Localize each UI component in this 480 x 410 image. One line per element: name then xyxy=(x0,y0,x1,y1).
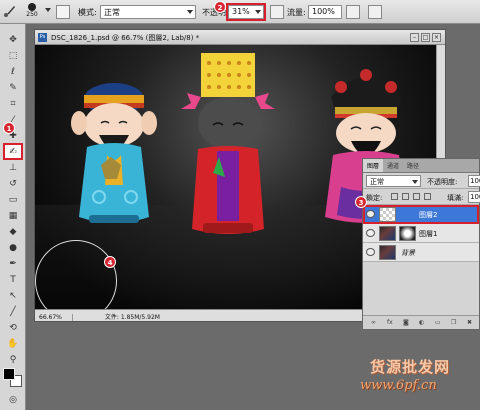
trash-icon[interactable]: ✖ xyxy=(467,319,472,326)
lock-label: 鎖定: xyxy=(366,194,383,202)
clone-stamp-tool-icon[interactable]: ⊥ xyxy=(4,160,22,175)
opacity-field[interactable]: 31% xyxy=(226,3,266,21)
flow-field[interactable]: 100% xyxy=(308,5,342,19)
document-title: DSC_1826_1.psd @ 66.7% (图層2, Lab/8) * xyxy=(51,34,200,42)
step-badge-4: 4 xyxy=(104,256,116,268)
brush-size-value: 250 xyxy=(26,11,38,18)
step-badge-1: 1 xyxy=(3,122,15,134)
blend-mode-select[interactable]: 正常 xyxy=(366,175,421,187)
blend-mode-value: 正常 xyxy=(370,178,384,186)
shape-tool-icon[interactable]: ╱ xyxy=(4,304,22,319)
flow-value: 100% xyxy=(312,7,335,16)
zoom-tool-icon[interactable]: ⚲ xyxy=(4,352,22,367)
document-title-bar[interactable]: Ps DSC_1826_1.psd @ 66.7% (图層2, Lab/8) *… xyxy=(35,30,445,45)
mode-select[interactable]: 正常 xyxy=(100,5,196,19)
quick-mask-icon[interactable]: ◎ xyxy=(4,392,22,407)
file-info[interactable]: 文件: 1.85M/5.92M xyxy=(105,312,160,321)
mode-value: 正常 xyxy=(104,8,120,17)
airbrush-icon[interactable] xyxy=(346,5,360,19)
eraser-tool-icon[interactable]: ▭ xyxy=(4,192,22,207)
hand-tool-icon[interactable]: ✋ xyxy=(4,336,22,351)
layer-row-background[interactable]: 背景 xyxy=(363,243,479,262)
tools-panel: ✥ ⬚ ℓ ✎ ⌗ ⁄ ✚ ✍ ⊥ ↺ ▭ ▦ ◆ ● ✒ T ↖ ╱ ⟲ ✋ … xyxy=(0,24,26,410)
lock-all-icon[interactable] xyxy=(424,193,431,200)
new-layer-icon[interactable]: ❐ xyxy=(451,319,456,326)
watermark-title: 货源批发网 xyxy=(370,358,451,376)
flow-label: 流量: xyxy=(287,8,306,17)
pressure-size-icon[interactable] xyxy=(368,5,382,19)
options-bar: 250 模式: 正常 不透明度: 31% 流量: 100% xyxy=(0,0,480,24)
brush-tip-icon xyxy=(28,3,36,11)
tab-layers[interactable]: 图層 xyxy=(363,159,384,172)
gradient-tool-icon[interactable]: ▦ xyxy=(4,208,22,223)
history-brush-tool-icon[interactable]: ↺ xyxy=(4,176,22,191)
color-swatches[interactable] xyxy=(3,368,23,388)
maximize-icon[interactable]: □ xyxy=(421,33,430,42)
layer-opacity-field[interactable]: 100% xyxy=(468,175,480,187)
layer-thumbnail xyxy=(379,207,396,222)
layer-opacity-label: 不透明度: xyxy=(427,178,458,186)
pressure-opacity-icon[interactable] xyxy=(270,5,284,19)
layer-mask-thumbnail[interactable] xyxy=(399,226,416,241)
figurine-red xyxy=(181,53,275,234)
adjustment-icon[interactable]: ◐ xyxy=(419,319,424,326)
tab-paths[interactable]: 路径 xyxy=(403,159,423,172)
figurine-blue xyxy=(71,83,157,223)
step-badge-2: 2 xyxy=(214,1,226,13)
layer-thumbnail xyxy=(379,245,396,260)
brush-preset-picker[interactable]: 250 xyxy=(22,2,42,22)
brush-tool-icon[interactable] xyxy=(3,4,17,18)
move-tool-icon[interactable]: ✥ xyxy=(4,32,22,47)
layer-row-2[interactable]: 图層2 xyxy=(363,205,479,224)
fill-field[interactable]: 100% xyxy=(468,191,480,203)
zoom-level[interactable]: 66.67% xyxy=(39,314,73,321)
step-badge-3: 3 xyxy=(355,196,367,208)
layer-thumbnail xyxy=(379,226,396,241)
layers-footer: ∞ fx ◙ ◐ ▭ ❐ ✖ xyxy=(363,315,479,329)
chevron-down-icon xyxy=(412,180,418,184)
quick-select-tool-icon[interactable]: ✎ xyxy=(4,80,22,95)
layer-name: 图層1 xyxy=(419,230,438,238)
layer-name: 背景 xyxy=(401,249,415,257)
eye-icon[interactable] xyxy=(366,248,375,256)
path-select-tool-icon[interactable]: ↖ xyxy=(4,288,22,303)
chevron-down-icon xyxy=(255,10,261,14)
close-icon[interactable]: × xyxy=(432,33,441,42)
brush-panel-toggle-icon[interactable] xyxy=(56,5,70,19)
mode-label: 模式: xyxy=(78,8,97,17)
opacity-value: 31% xyxy=(232,7,250,16)
crop-tool-icon[interactable]: ⌗ xyxy=(4,96,22,111)
lasso-tool-icon[interactable]: ℓ xyxy=(4,64,22,79)
dodge-tool-icon[interactable]: ● xyxy=(4,240,22,255)
brush-dropdown-icon[interactable] xyxy=(45,8,51,12)
lock-position-icon[interactable] xyxy=(413,193,420,200)
link-icon[interactable]: ∞ xyxy=(371,319,376,326)
folder-icon[interactable]: ▭ xyxy=(435,319,441,326)
lock-pixels-icon[interactable] xyxy=(402,193,409,200)
ps-document-icon: Ps xyxy=(38,33,47,42)
layer-row-1[interactable]: 图層1 xyxy=(363,224,479,243)
pen-tool-icon[interactable]: ✒ xyxy=(4,256,22,271)
fill-label: 填滿: xyxy=(447,194,464,202)
panel-tabs: 图層 通道 路径 xyxy=(363,159,479,173)
mask-icon[interactable]: ◙ xyxy=(403,319,409,326)
brush-tool-icon[interactable]: ✍ xyxy=(3,143,23,160)
fx-icon[interactable]: fx xyxy=(387,319,393,326)
marquee-tool-icon[interactable]: ⬚ xyxy=(4,48,22,63)
tab-channels[interactable]: 通道 xyxy=(383,159,403,172)
lock-transparency-icon[interactable] xyxy=(391,193,398,200)
3d-rotate-tool-icon[interactable]: ⟲ xyxy=(4,320,22,335)
watermark-url: www.6pf.cn xyxy=(360,378,437,393)
layers-panel: 图層通道路径 正常 不透明度: 100% 鎖定: 填滿: 100% 图層2 图層… xyxy=(362,158,480,330)
type-tool-icon[interactable]: T xyxy=(4,272,22,287)
blur-tool-icon[interactable]: ◆ xyxy=(4,224,22,239)
foreground-color[interactable] xyxy=(3,368,15,380)
eye-icon[interactable] xyxy=(366,210,375,218)
layer-name: 图層2 xyxy=(419,211,438,219)
minimize-icon[interactable]: – xyxy=(410,33,419,42)
eye-icon[interactable] xyxy=(366,229,375,237)
chevron-down-icon xyxy=(187,10,193,14)
